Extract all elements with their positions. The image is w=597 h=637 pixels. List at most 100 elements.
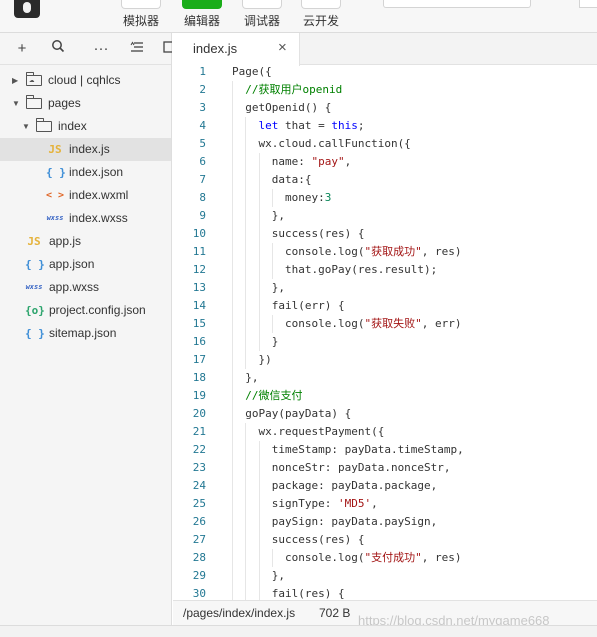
tool-cloud-dev-toggle[interactable] (301, 0, 341, 9)
code-line[interactable]: 27 success(res) { (173, 531, 597, 549)
tree-item-label: cloud | cqhlcs (48, 73, 121, 87)
line-number: 9 (199, 209, 206, 222)
code-line[interactable]: 28 console.log("支付成功", res) (173, 549, 597, 567)
tool-label: 编辑器 (183, 14, 220, 28)
code-line[interactable]: 6 name: "pay", (173, 153, 597, 171)
tool-debugger-toggle[interactable] (242, 0, 282, 9)
code-line[interactable]: 25 signType: 'MD5', (173, 495, 597, 513)
folder-icon (26, 95, 42, 109)
line-number: 26 (192, 515, 206, 528)
tab-index-js[interactable]: index.js × (173, 33, 300, 66)
code-line[interactable]: 12 that.goPay(res.result); (173, 261, 597, 279)
line-number: 17 (192, 353, 206, 366)
code-line[interactable]: 2 //获取用户openid (173, 81, 597, 99)
config-file-icon: {o} (25, 304, 45, 317)
tree-item-label: sitemap.json (49, 326, 117, 340)
tree-item-index-json[interactable]: { } index.json (0, 161, 171, 184)
tab-label: index.js (193, 41, 238, 56)
collapse-icon[interactable] (163, 39, 172, 59)
code-text: wx.cloud.callFunction({ (232, 137, 411, 150)
code-line[interactable]: 15 console.log("获取失败", err) (173, 315, 597, 333)
code-line[interactable]: 23 nonceStr: payData.nonceStr, (173, 459, 597, 477)
file-tree: ▶cloud | cqhlcs▼pages▼indexJSindex.js{ }… (0, 65, 171, 345)
code-line[interactable]: 16 } (173, 333, 597, 351)
code-line[interactable]: 19 //微信支付 (173, 387, 597, 405)
code-text: getOpenid() { (232, 101, 332, 114)
line-number: 12 (192, 263, 206, 276)
close-icon[interactable]: × (278, 39, 287, 56)
code-line[interactable]: 13 }, (173, 279, 597, 297)
more-icon[interactable]: ··· (91, 39, 111, 59)
code-text: paySign: payData.paySign, (232, 515, 438, 528)
chevron-right-icon[interactable]: ▶ (12, 69, 22, 92)
code-text: fail(res) { (232, 587, 345, 600)
tree-item-sitemap-json[interactable]: { } sitemap.json (0, 322, 171, 345)
tree-item-project-config-json[interactable]: {o} project.config.json (0, 299, 171, 322)
code-line[interactable]: 24 package: payData.package, (173, 477, 597, 495)
code-line[interactable]: 5 wx.cloud.callFunction({ (173, 135, 597, 153)
tree-item-app-wxss[interactable]: wxss app.wxss (0, 276, 171, 299)
line-number: 10 (192, 227, 206, 240)
code-line[interactable]: 10 success(res) { (173, 225, 597, 243)
tool-label: 模拟器 (122, 14, 159, 28)
code-line[interactable]: 29 }, (173, 567, 597, 585)
code-area[interactable]: 1 Page({2 //获取用户openid 3 getOpenid() {4 le… (173, 63, 597, 600)
chevron-down-icon[interactable]: ▼ (12, 92, 22, 115)
search-icon[interactable] (48, 39, 68, 59)
code-line[interactable]: 14 fail(err) { (173, 297, 597, 315)
line-number: 18 (192, 371, 206, 384)
code-line[interactable]: 11 console.log("获取成功", res) (173, 243, 597, 261)
line-number: 4 (199, 119, 206, 132)
tree-item-index-wxml[interactable]: < > index.wxml (0, 184, 171, 207)
code-line[interactable]: 9 }, (173, 207, 597, 225)
code-text: console.log("支付成功", res) (232, 551, 462, 564)
tree-item-cloud-cqhlcs[interactable]: ▶ cloud | cqhlcs (0, 69, 171, 92)
tool-editor[interactable]: 编辑器 (179, 0, 225, 33)
code-line[interactable]: 30 fail(res) { (173, 585, 597, 600)
code-line[interactable]: 21 wx.requestPayment({ (173, 423, 597, 441)
tree-item-index[interactable]: ▼ index (0, 115, 171, 138)
tree-item-app-json[interactable]: { } app.json (0, 253, 171, 276)
add-icon[interactable]: + (12, 39, 32, 59)
line-number: 19 (192, 389, 206, 402)
code-line[interactable]: 7 data:{ (173, 171, 597, 189)
tree-item-index-wxss[interactable]: wxss index.wxss (0, 207, 171, 230)
sort-icon[interactable] (127, 39, 147, 59)
code-line[interactable]: 20 goPay(payData) { (173, 405, 597, 423)
code-line[interactable]: 8 money:3 (173, 189, 597, 207)
code-line[interactable]: 22 timeStamp: payData.timeStamp, (173, 441, 597, 459)
cloud-folder-icon (26, 69, 42, 92)
code-text: success(res) { (232, 533, 365, 546)
toolbar-right-button[interactable] (579, 0, 597, 8)
tree-item-label: index (58, 119, 87, 133)
compile-mode-select[interactable] (383, 0, 531, 8)
code-text: }) (232, 353, 272, 366)
tree-item-index-js[interactable]: JS index.js (0, 138, 171, 161)
top-toolbar: 模拟器 编辑器 调试器 云开发 (0, 0, 597, 33)
tool-simulator-toggle[interactable] (121, 0, 161, 9)
wxss-file-icon: wxss (46, 214, 64, 222)
code-line[interactable]: 1 Page({ (173, 63, 597, 81)
tool-editor-toggle[interactable] (182, 0, 222, 9)
line-number: 7 (199, 173, 206, 186)
code-text: timeStamp: payData.timeStamp, (232, 443, 464, 456)
tool-debugger[interactable]: 调试器 (239, 0, 285, 33)
explorer-toolbar: + ··· (0, 33, 172, 65)
tree-item-app-js[interactable]: JS app.js (0, 230, 171, 253)
line-number: 21 (192, 425, 206, 438)
file-explorer: + ··· ▶ cloud | cqhlcs ▼ pages ▼ index JS index… (0, 33, 172, 625)
tool-simulator[interactable]: 模拟器 (118, 0, 164, 33)
user-avatar[interactable] (14, 0, 40, 18)
tool-cloud-dev[interactable]: 云开发 (298, 0, 344, 33)
code-line[interactable]: 17 }) (173, 351, 597, 369)
code-line[interactable]: 18 }, (173, 369, 597, 387)
chevron-down-icon[interactable]: ▼ (22, 115, 32, 138)
line-number: 6 (199, 155, 206, 168)
code-line[interactable]: 26 paySign: payData.paySign, (173, 513, 597, 531)
code-line[interactable]: 3 getOpenid() { (173, 99, 597, 117)
code-line[interactable]: 4 let that = this; (173, 117, 597, 135)
json-file-icon: { } (25, 258, 45, 271)
tree-item-pages[interactable]: ▼ pages (0, 92, 171, 115)
js-file-icon: JS (27, 235, 41, 248)
line-number: 5 (199, 137, 206, 150)
